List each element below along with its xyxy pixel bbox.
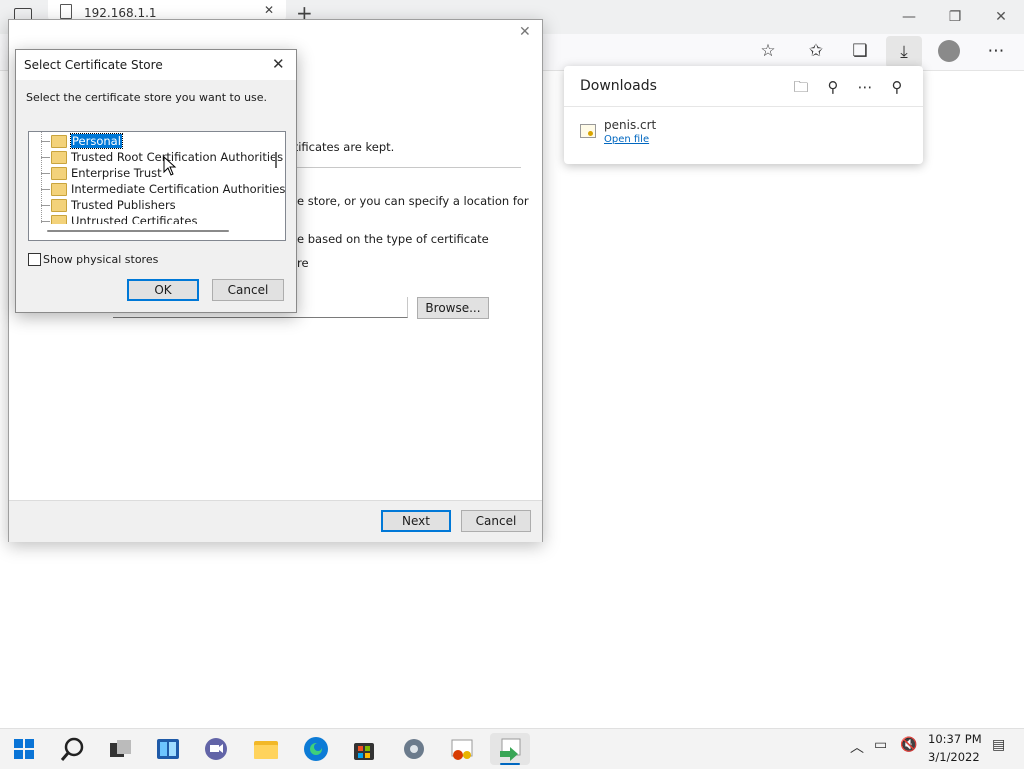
more-options-icon[interactable]: ⋯	[980, 38, 1012, 64]
certificate-file-icon	[580, 124, 596, 138]
chevron-up-icon[interactable]: ︿	[850, 737, 864, 757]
add-favorite-icon[interactable]: ☆	[752, 38, 784, 64]
downloads-title: Downloads	[580, 78, 657, 94]
downloads-more-icon[interactable]: ⋯	[852, 76, 878, 98]
file-explorer-icon[interactable]	[246, 733, 286, 765]
select-certificate-store-dialog: Select Certificate Store ✕ Select the ce…	[15, 49, 297, 313]
downloads-flyout: Downloads 🗀 ⚲ ⋯ ⚲ penis.crt Open file	[564, 66, 923, 164]
show-physical-stores-checkbox[interactable]	[28, 253, 41, 266]
profile-avatar[interactable]	[938, 40, 960, 62]
tree-item-label: Personal	[70, 133, 123, 149]
certificate-app-icon[interactable]	[442, 733, 482, 765]
wizard-close-icon[interactable]: ✕	[519, 24, 531, 40]
minimize-icon[interactable]: —	[886, 6, 932, 28]
tree-item-label: Enterprise Trust	[71, 166, 162, 180]
task-view-icon[interactable]	[100, 733, 140, 765]
pin-icon[interactable]: ⚲	[884, 76, 910, 98]
edge-icon[interactable]	[296, 733, 336, 765]
tree-item-personal[interactable]: Personal	[29, 133, 269, 149]
tree-item-label: Trusted Publishers	[71, 198, 176, 212]
tree-hscroll-area	[29, 224, 285, 240]
taskbar: ︿ ▭ 🔇 10:37 PM 3/1/2022 ▤	[0, 728, 1024, 769]
folder-icon	[51, 183, 67, 196]
divider	[289, 167, 521, 168]
show-physical-stores-label: Show physical stores	[43, 253, 159, 266]
folder-icon	[51, 167, 67, 180]
active-app-indicator	[500, 763, 520, 765]
teams-chat-icon[interactable]	[196, 733, 236, 765]
dialog-instruction: Select the certificate store you want to…	[26, 91, 268, 104]
downloads-icon[interactable]: ⤓	[886, 36, 922, 68]
folder-icon	[51, 135, 67, 148]
wizard-cancel-button[interactable]: Cancel	[461, 510, 531, 532]
widgets-icon[interactable]	[148, 733, 188, 765]
dialog-titlebar: Select Certificate Store ✕	[16, 50, 296, 80]
mouse-cursor-icon	[163, 156, 177, 176]
open-downloads-folder-icon[interactable]: 🗀	[788, 76, 814, 98]
divider	[564, 106, 923, 107]
download-file-name[interactable]: penis.crt	[604, 118, 656, 132]
display-icon[interactable]: ▭	[874, 737, 887, 753]
next-button[interactable]: Next	[381, 510, 451, 532]
start-icon[interactable]	[4, 733, 44, 765]
tab-title: 192.168.1.1	[84, 6, 157, 20]
browse-button[interactable]: Browse...	[417, 297, 489, 319]
volume-muted-icon[interactable]: 🔇	[900, 737, 917, 753]
clock-time[interactable]: 10:37 PM	[928, 732, 982, 746]
collections-icon[interactable]: ❏	[844, 38, 876, 64]
folder-icon	[51, 151, 67, 164]
restore-icon[interactable]: ❐	[932, 6, 978, 28]
tree-item-label: Intermediate Certification Authorities	[71, 182, 286, 196]
tree-item-label: Trusted Root Certification Authorities	[71, 150, 284, 164]
horizontal-scrollbar[interactable]	[47, 230, 229, 232]
store-icon[interactable]	[344, 733, 384, 765]
dialog-title: Select Certificate Store	[24, 58, 163, 72]
dialog-close-icon[interactable]: ✕	[272, 55, 285, 73]
certificate-store-tree[interactable]: Personal Trusted Root Certification Auth…	[28, 131, 286, 241]
tree-item-intermediate[interactable]: Intermediate Certification Authorities	[29, 181, 285, 197]
ok-button[interactable]: OK	[127, 279, 199, 301]
dialog-cancel-button[interactable]: Cancel	[212, 279, 284, 301]
wizard-text-kept: rtificates are kept.	[289, 140, 395, 154]
tree-item-enterprise-trust[interactable]: Enterprise Trust	[29, 165, 269, 181]
clock-date[interactable]: 3/1/2022	[928, 750, 980, 764]
tree-item-trusted-root[interactable]: Trusted Root Certification Authorities	[29, 149, 283, 165]
favorites-icon[interactable]: ✩	[800, 38, 832, 64]
search-icon[interactable]	[52, 733, 92, 765]
tree-item-trusted-publishers[interactable]: Trusted Publishers	[29, 197, 269, 213]
search-downloads-icon[interactable]: ⚲	[820, 76, 846, 98]
certificate-import-icon[interactable]	[490, 733, 530, 765]
close-tab-icon[interactable]: ✕	[264, 3, 274, 17]
wizard-button-bar: Next Cancel	[9, 500, 542, 542]
settings-icon[interactable]	[394, 733, 434, 765]
wizard-text-based: e based on the type of certificate	[297, 232, 489, 246]
folder-icon	[51, 199, 67, 212]
page-icon	[60, 4, 72, 19]
vertical-scrollbar[interactable]	[275, 152, 277, 168]
open-file-link[interactable]: Open file	[604, 134, 649, 145]
wizard-text-re: re	[297, 256, 309, 270]
notifications-icon[interactable]: ▤	[992, 737, 1005, 753]
wizard-text-specify: e store, or you can specify a location f…	[297, 194, 529, 208]
close-window-icon[interactable]: ✕	[978, 6, 1024, 28]
